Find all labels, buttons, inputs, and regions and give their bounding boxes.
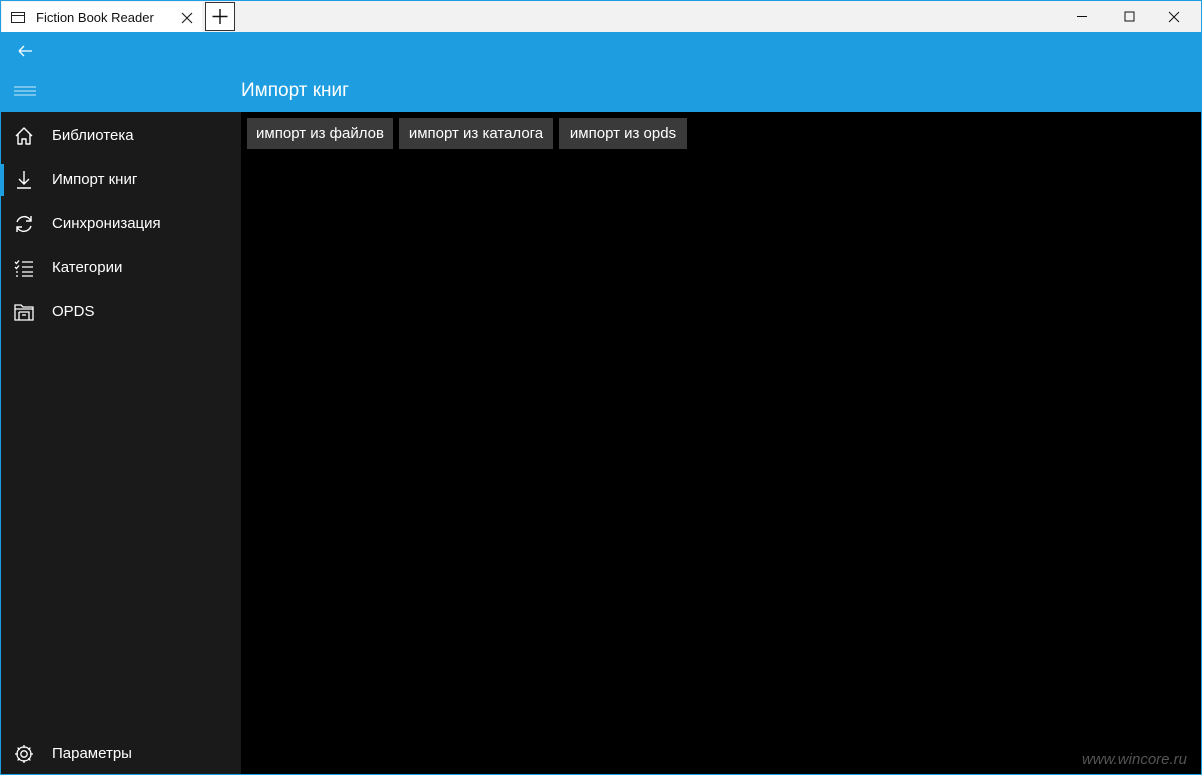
sidebar-item-label: Синхронизация: [52, 215, 161, 232]
download-icon: [13, 169, 35, 191]
sync-icon: [13, 213, 35, 235]
sidebar-item-opds[interactable]: OPDS: [1, 290, 241, 334]
maximize-button[interactable]: [1107, 1, 1152, 32]
watermark: www.wincore.ru: [1081, 751, 1187, 768]
sidebar-item-label: Библиотека: [52, 127, 134, 144]
sidebar-item-import[interactable]: Импорт книг: [1, 158, 241, 202]
sidebar: Библиотека Импорт книг Синхронизация Кат…: [1, 112, 241, 774]
import-from-folder-button[interactable]: импорт из каталога: [399, 118, 553, 149]
sidebar-item-categories[interactable]: Категории: [1, 246, 241, 290]
new-tab-button[interactable]: [205, 2, 235, 31]
selection-indicator: [1, 164, 4, 196]
sidebar-item-sync[interactable]: Синхронизация: [1, 202, 241, 246]
app-header: Импорт книг: [1, 32, 1201, 112]
tab-title: Fiction Book Reader: [36, 10, 154, 25]
sidebar-item-settings[interactable]: Параметры: [1, 732, 241, 774]
sidebar-item-label: Импорт книг: [52, 171, 138, 188]
menu-button[interactable]: [9, 78, 41, 106]
import-from-opds-button[interactable]: импорт из opds: [559, 118, 687, 149]
sidebar-item-library[interactable]: Библиотека: [1, 114, 241, 158]
title-bar: Fiction Book Reader: [1, 1, 1201, 32]
window-icon: [11, 12, 25, 23]
import-from-files-button[interactable]: импорт из файлов: [247, 118, 393, 149]
home-icon: [13, 125, 35, 147]
gear-icon: [13, 743, 35, 765]
sidebar-item-label: OPDS: [52, 303, 95, 320]
close-window-button[interactable]: [1151, 1, 1196, 32]
main-content: импорт из файлов импорт из каталога импо…: [241, 112, 1201, 774]
sidebar-item-label: Параметры: [52, 745, 132, 762]
app-window: Fiction Book Reader Импорт книг Библиоте…: [0, 0, 1202, 775]
catalog-folder-icon: [13, 301, 35, 323]
browser-tab[interactable]: Fiction Book Reader: [2, 2, 202, 32]
hamburger-icon: [14, 86, 36, 96]
close-tab-icon[interactable]: [178, 9, 196, 27]
back-button[interactable]: [9, 36, 41, 66]
page-title: Импорт книг: [241, 80, 350, 101]
checklist-icon: [13, 257, 35, 279]
minimize-button[interactable]: [1059, 1, 1104, 32]
back-arrow-icon: [18, 45, 32, 57]
sidebar-item-label: Категории: [52, 259, 123, 276]
